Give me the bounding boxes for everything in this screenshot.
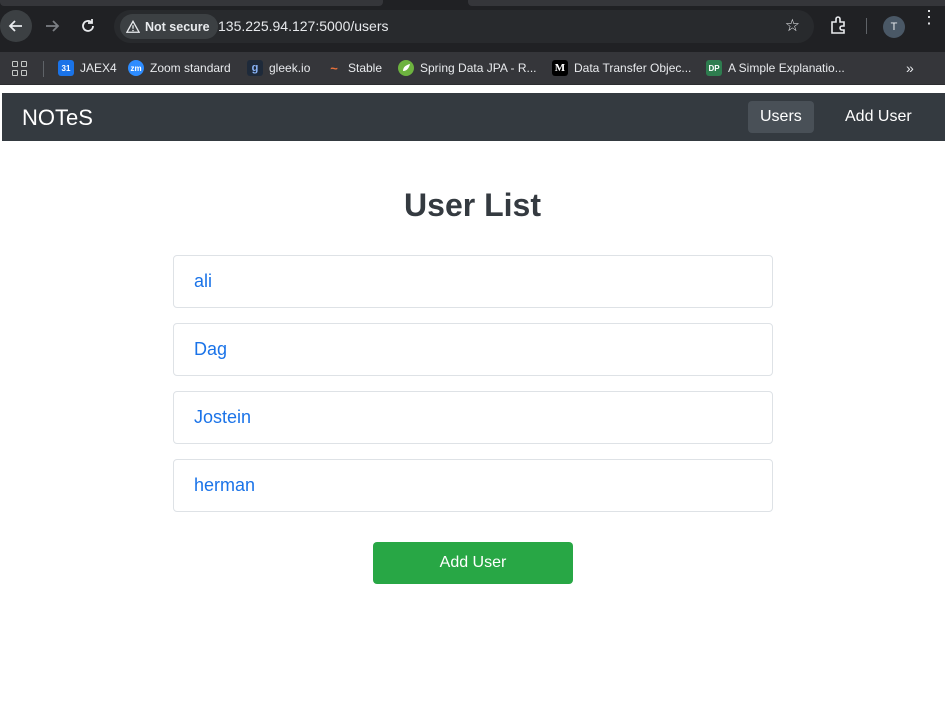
reload-icon [82,19,94,32]
bookmark-label: Stable [348,61,383,75]
arrow-right-icon [46,20,60,32]
add-user-button[interactable]: Add User [373,542,573,584]
profile-avatar[interactable]: T [883,16,905,38]
dp-icon: DP [706,60,722,76]
app-navbar: NOTeS Users Add User [2,93,945,141]
bookmark-label: A Simple Explanatio... [728,61,845,75]
back-button[interactable] [0,10,32,42]
bookmark-stable[interactable]: ~ Stable [326,56,382,80]
bookmark-jaex4[interactable]: 31 JAEX4 [58,56,117,80]
user-list-item[interactable]: ali [173,255,773,308]
user-list-item[interactable]: Dag [173,323,773,376]
bookmark-gleek[interactable]: g gleek.io [247,56,310,80]
nav-add-user-link[interactable]: Add User [833,101,924,133]
gleek-icon: g [247,60,263,76]
browser-tab-active[interactable] [0,0,383,6]
bookmark-star-icon[interactable]: ☆ [785,16,800,36]
bookmark-label: Spring Data JPA - R... [420,61,537,75]
security-label: Not secure [145,19,210,34]
address-bar[interactable]: Not secure 135.225.94.127:5000/users ☆ [114,10,814,43]
warning-icon [126,19,140,33]
brand-logo[interactable]: NOTeS [22,105,93,131]
user-list-item[interactable]: Jostein [173,391,773,444]
stable-icon: ~ [330,60,338,76]
arrow-left-icon [8,20,22,32]
chevron-double-right-icon[interactable]: » [906,60,914,76]
reload-button[interactable] [72,10,104,42]
spring-icon [398,60,414,76]
forward-button[interactable] [36,10,68,42]
bookmark-dp[interactable]: DP A Simple Explanatio... [706,56,845,80]
page-top-strip [0,85,945,93]
browser-tab[interactable] [468,0,945,6]
user-list-item[interactable]: herman [173,459,773,512]
nav-users-link[interactable]: Users [748,101,814,133]
main-content: User List ali Dag Jostein herman Add Use… [0,141,945,718]
bookmarks-bar: 31 JAEX4 zm Zoom standard g gleek.io ~ S… [0,52,945,85]
bookmark-label: gleek.io [269,61,311,75]
bookmark-medium[interactable]: M Data Transfer Objec... [552,56,691,80]
page-title: User List [404,187,541,223]
more-menu-icon[interactable]: ⋮ [920,8,938,26]
bookmark-label: Zoom standard [150,61,231,75]
medium-icon: M [552,60,568,76]
browser-toolbar: Not secure 135.225.94.127:5000/users ☆ T… [0,0,945,52]
calendar-icon: 31 [58,60,74,76]
apps-grid-icon[interactable] [12,61,27,76]
bookmark-label: Data Transfer Objec... [574,61,692,75]
url-text[interactable]: 135.225.94.127:5000/users [218,18,388,34]
security-chip[interactable]: Not secure [120,14,218,39]
zoom-icon: zm [128,60,144,76]
bookmark-label: JAEX4 [80,61,117,75]
bookmark-spring[interactable]: Spring Data JPA - R... [398,56,537,80]
user-list: ali Dag Jostein herman [173,255,773,527]
bookmarks-divider [43,61,44,77]
bookmark-zoom[interactable]: zm Zoom standard [128,56,231,80]
extensions-icon[interactable] [828,14,850,36]
toolbar-divider [866,18,867,34]
